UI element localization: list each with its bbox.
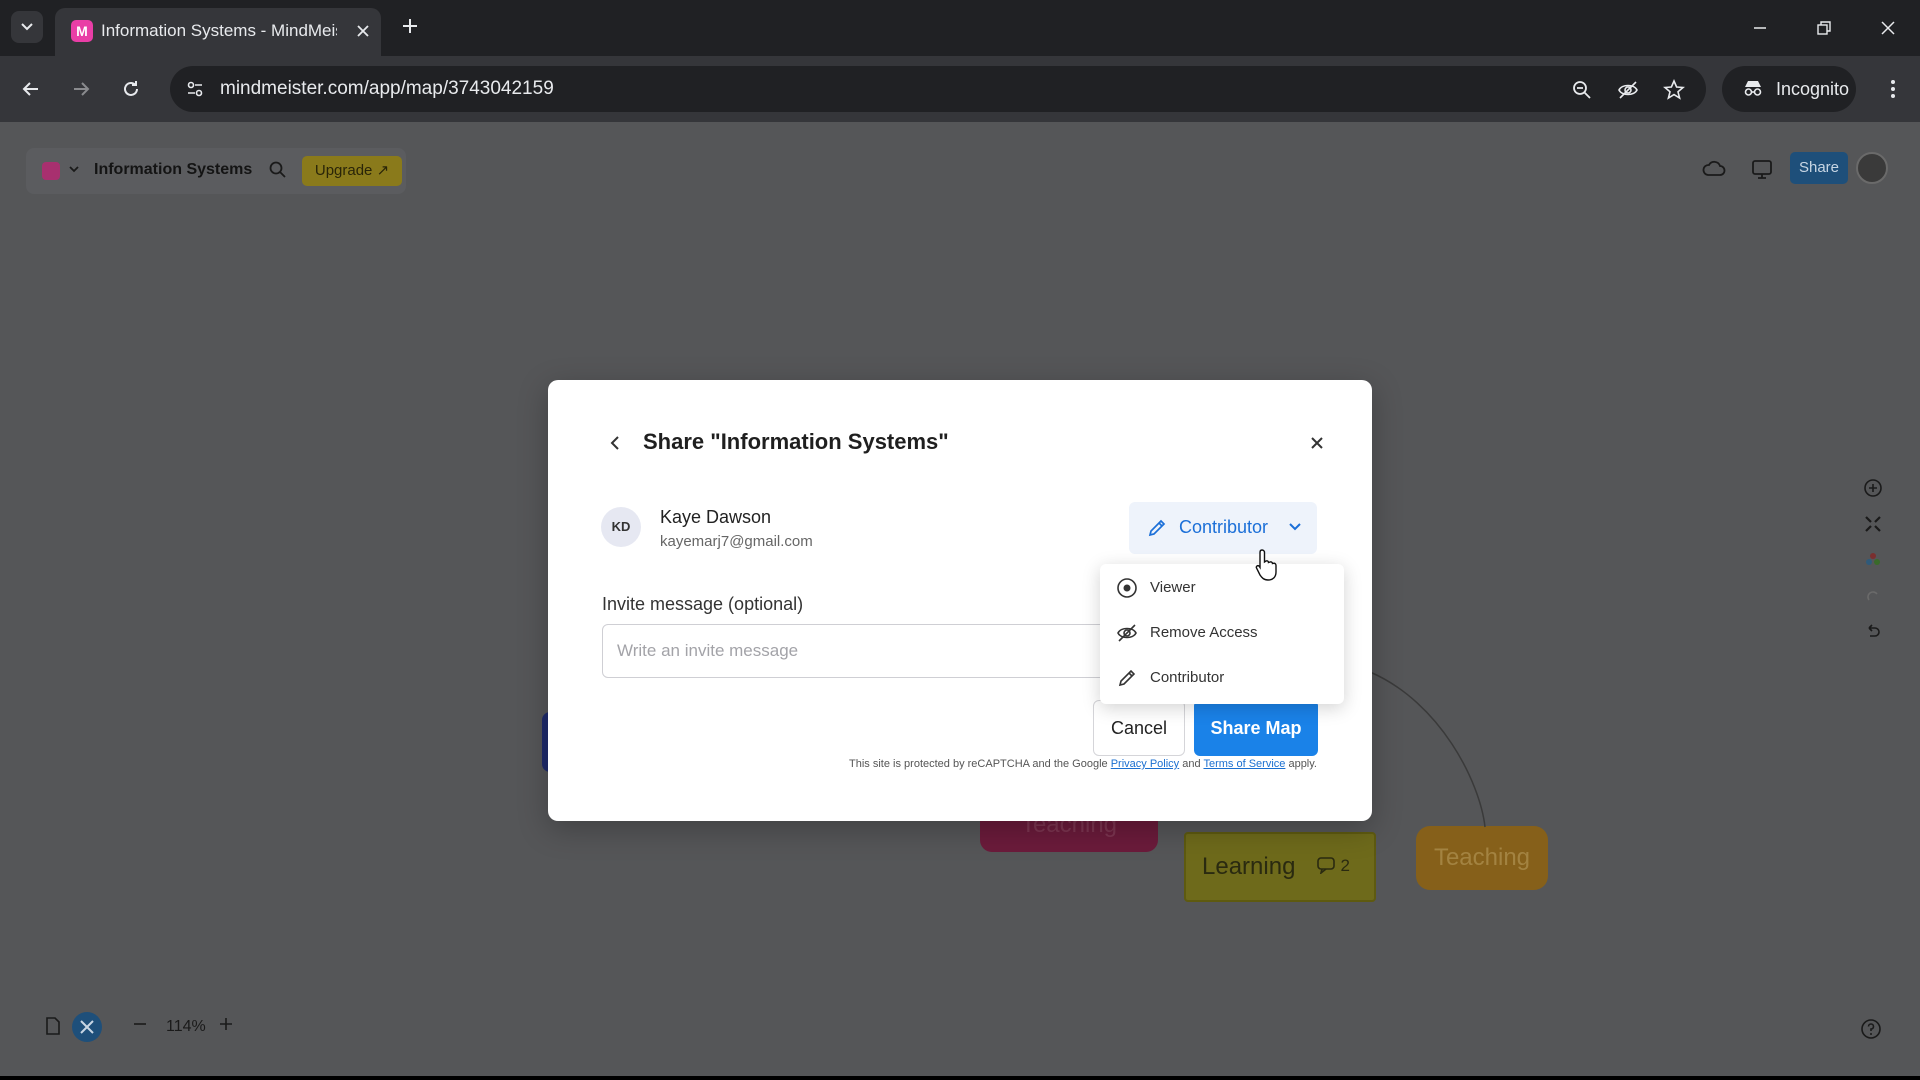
zoom-level[interactable]: 114% [166,1018,206,1036]
bookmark-star-icon[interactable] [1660,76,1688,104]
invite-message-input[interactable] [602,624,1112,678]
upgrade-button[interactable]: Upgrade ↗ [302,156,402,186]
user-avatar[interactable] [1856,152,1888,184]
tab-search-button[interactable] [11,11,43,43]
mindmeister-favicon-icon: M [71,20,93,42]
role-option-viewer[interactable]: Viewer [1100,566,1344,610]
back-button[interactable] [14,72,48,106]
plus-icon [220,1018,232,1030]
map-header: Information Systems Upgrade ↗ [26,148,406,194]
incognito-icon [1742,77,1764,104]
dialog-title: Share "Information Systems" [643,429,949,454]
reload-icon [124,81,138,96]
role-selected-label: Contributor [1179,517,1269,537]
share-map-button[interactable]: Share Map [1194,700,1318,756]
dialog-close-button[interactable] [1304,430,1330,456]
restore-button[interactable] [1804,10,1844,46]
incognito-label: Incognito [1776,79,1850,99]
role-option-label: Contributor [1150,669,1225,686]
comment-count: 2 [1316,856,1350,876]
eye-icon [1116,577,1138,599]
forward-button[interactable] [64,72,98,106]
zoom-in-button[interactable] [218,1016,234,1032]
fit-map-icon[interactable] [1856,506,1890,542]
search-icon[interactable] [268,160,288,185]
close-icon [1311,437,1323,449]
recaptcha-and: and [1182,758,1201,770]
invitee-avatar: KD [601,507,641,547]
back-button[interactable] [602,430,628,456]
arrow-right-icon [74,82,90,96]
browser-tab-bar: M Information Systems - MindMeister [0,0,1920,56]
theme-icon[interactable] [1856,542,1890,578]
restore-icon [1817,21,1831,35]
url-text: mindmeister.com/app/map/3743042159 [220,78,554,99]
redo-icon[interactable] [1856,578,1890,614]
role-option-contributor[interactable]: Contributor [1100,656,1344,700]
map-node-learning[interactable]: Learning 2 [1184,832,1376,902]
pencil-icon [1147,518,1167,543]
close-icon [1881,21,1895,35]
recaptcha-prefix: This site is protected by reCAPTCHA and … [849,758,1108,770]
pencil-icon [1116,667,1138,689]
terms-of-service-link[interactable]: Terms of Service [1203,758,1285,770]
minimize-icon [1754,27,1766,29]
comment-icon [1316,857,1335,876]
undo-icon[interactable] [1856,614,1890,650]
incognito-indicator[interactable]: Incognito [1722,66,1856,112]
role-option-remove-access[interactable]: Remove Access [1100,611,1344,655]
zoom-icon[interactable] [1568,76,1596,104]
role-option-label: Remove Access [1150,624,1258,641]
chevron-left-icon [610,436,619,450]
node-label: Learning [1202,853,1296,880]
window-close-button[interactable] [1868,10,1908,46]
cancel-button[interactable]: Cancel [1093,700,1185,756]
map-title[interactable]: Information Systems [94,161,252,179]
recaptcha-suffix: apply. [1288,758,1317,770]
outline-view-icon[interactable] [44,1016,62,1036]
add-topic-icon[interactable] [1856,470,1890,506]
invite-message-label: Invite message (optional) [602,594,804,614]
chevron-down-icon [21,23,33,31]
reload-button[interactable] [114,72,148,106]
invitee-name: Kaye Dawson [660,507,772,527]
invitee-email: kayemarj7@gmail.com [660,533,813,550]
present-icon[interactable] [1750,158,1774,185]
role-option-label: Viewer [1150,579,1196,596]
more-vertical-icon [1891,80,1895,98]
tab-close-button[interactable] [351,19,375,43]
address-bar[interactable]: mindmeister.com/app/map/3743042159 [170,66,1706,112]
right-tool-rail [1856,470,1890,650]
mindmeister-logo-icon[interactable] [42,162,60,180]
browser-toolbar: mindmeister.com/app/map/3743042159 Incog… [0,56,1920,122]
map-node-teaching-right[interactable]: Teaching [1416,826,1548,890]
eye-off-icon [1116,622,1138,644]
privacy-policy-link[interactable]: Privacy Policy [1111,758,1179,770]
chevron-down-icon [1287,519,1303,540]
new-tab-button[interactable] [396,12,424,40]
minus-icon [134,1023,146,1025]
zoom-out-button[interactable] [132,1016,148,1032]
tracking-protection-icon[interactable] [1614,76,1642,104]
tab-title: Information Systems - MindMeister [101,21,337,40]
minimize-button[interactable] [1740,10,1780,46]
mindmap-view-icon[interactable] [72,1012,102,1042]
mouse-pointer-icon [1254,548,1280,587]
connector-line [1369,671,1486,828]
share-button-top[interactable]: Share [1790,152,1848,184]
browser-menu-button[interactable] [1876,72,1910,106]
role-dropdown-menu: Viewer Remove Access Contributor [1100,564,1344,704]
recaptcha-notice: This site is protected by reCAPTCHA and … [548,758,1317,770]
site-info-icon[interactable] [182,76,208,102]
browser-tab-active[interactable]: M Information Systems - MindMeister [55,8,381,56]
chevron-down-icon[interactable] [68,162,80,180]
help-icon[interactable] [1860,1018,1882,1045]
role-select-button[interactable]: Contributor [1129,502,1317,554]
close-icon [357,25,369,37]
cloud-sync-icon[interactable] [1702,158,1726,185]
plus-icon [403,19,417,33]
arrow-left-icon [22,82,38,96]
